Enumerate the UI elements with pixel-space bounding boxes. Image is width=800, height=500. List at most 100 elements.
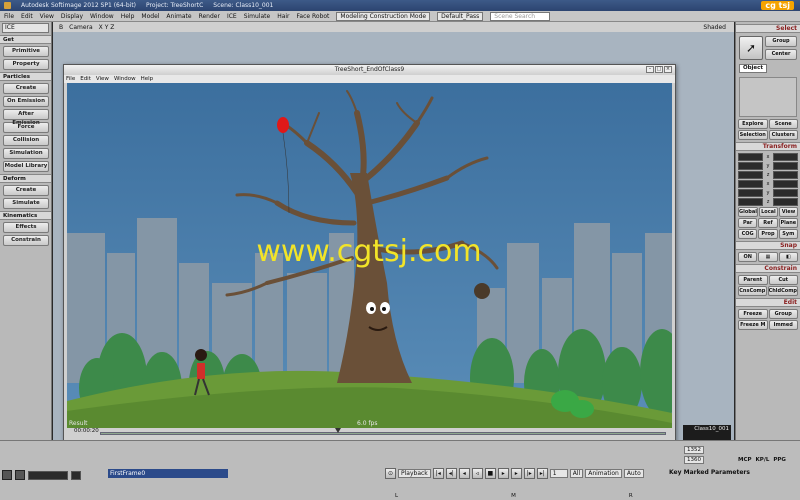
- plane-button[interactable]: Plane: [778, 218, 798, 228]
- cut-button[interactable]: Cut: [768, 275, 798, 285]
- on-emission-button[interactable]: On Emission: [3, 96, 49, 107]
- rotate-x-field[interactable]: [773, 153, 798, 161]
- axes-toggle[interactable]: X Y Z: [99, 24, 115, 31]
- flipbook-menu-file[interactable]: File: [66, 75, 75, 83]
- local-button[interactable]: Local: [758, 207, 778, 217]
- menu-view[interactable]: View: [40, 13, 54, 20]
- deform-create-button[interactable]: Create: [3, 185, 49, 196]
- play-icon[interactable]: ▸: [497, 468, 509, 479]
- menu-model[interactable]: Model: [141, 13, 159, 20]
- menu-ice[interactable]: ICE: [227, 13, 237, 20]
- model-library-button[interactable]: Model Library: [3, 161, 49, 172]
- play-backward-icon[interactable]: ◃: [471, 468, 483, 479]
- tab-kpl[interactable]: KP/L: [756, 457, 770, 463]
- playback-icon[interactable]: ⊙: [385, 468, 396, 479]
- timeline-ruler[interactable]: [0, 444, 800, 456]
- flipbook-menu-edit[interactable]: Edit: [80, 75, 91, 83]
- next-frame-icon[interactable]: ▸: [510, 468, 522, 479]
- ref-button[interactable]: Ref: [758, 218, 778, 228]
- scale-x-field[interactable]: [738, 153, 763, 161]
- par-button[interactable]: Par: [738, 218, 758, 228]
- current-frame-field[interactable]: 1: [549, 469, 568, 478]
- constrain-button[interactable]: Constrain: [3, 235, 49, 246]
- menu-animate[interactable]: Animate: [166, 13, 191, 20]
- edit-group-button[interactable]: Group: [768, 309, 798, 319]
- translate-z-field[interactable]: [738, 198, 763, 206]
- timeline-track[interactable]: [100, 432, 666, 435]
- shading-mode-select[interactable]: Shaded: [703, 24, 726, 31]
- object-filter-tab[interactable]: Object: [739, 64, 767, 73]
- translate-x-field[interactable]: [738, 180, 763, 188]
- minimize-icon[interactable]: –: [646, 66, 654, 73]
- scene-search-input[interactable]: Scene Search: [490, 11, 551, 21]
- layout-mode-select[interactable]: Modeling Construction Mode: [336, 11, 431, 21]
- camera-select[interactable]: Camera: [69, 24, 93, 31]
- key-marked-parameters[interactable]: Key Marked Parameters: [669, 469, 750, 476]
- center-button[interactable]: Center: [765, 49, 797, 60]
- immed-button[interactable]: Immed: [768, 320, 798, 330]
- menu-simulate[interactable]: Simulate: [244, 13, 271, 20]
- sym-button[interactable]: Sym: [778, 229, 798, 239]
- primitive-button[interactable]: Primitive: [3, 46, 49, 57]
- effects-button[interactable]: Effects: [3, 222, 49, 233]
- animation-menu[interactable]: Animation: [585, 469, 622, 478]
- rotate-y-field[interactable]: [773, 162, 798, 170]
- selection-list[interactable]: [739, 77, 797, 117]
- rotate-z-field[interactable]: [773, 171, 798, 179]
- selection-button[interactable]: Selection: [738, 130, 768, 140]
- scale-z-field[interactable]: [738, 171, 763, 179]
- playback-menu[interactable]: Playback: [398, 469, 431, 478]
- simulate-button[interactable]: Simulate: [3, 198, 49, 209]
- close-icon[interactable]: ×: [664, 66, 672, 73]
- translate-y-field[interactable]: [738, 189, 763, 197]
- scene-button[interactable]: Scene: [768, 119, 798, 129]
- first-frame-icon[interactable]: |◂: [432, 468, 444, 479]
- all-toggle[interactable]: All: [569, 469, 584, 478]
- group-button[interactable]: Group: [765, 36, 797, 47]
- tab-ppg[interactable]: PPG: [773, 457, 786, 463]
- prop-button[interactable]: Prop: [758, 229, 778, 239]
- clusters-button[interactable]: Clusters: [768, 130, 798, 140]
- flipbook-menu-view[interactable]: View: [96, 75, 109, 83]
- grid-icon[interactable]: [15, 470, 25, 480]
- prev-frame-icon[interactable]: ◂: [458, 468, 470, 479]
- collision-button[interactable]: Collision: [3, 135, 49, 146]
- freeze-button[interactable]: Freeze: [738, 309, 768, 319]
- after-emission-button[interactable]: After Emission: [3, 109, 49, 126]
- menu-window[interactable]: Window: [90, 13, 114, 20]
- toolbar-mode-select[interactable]: ICE: [2, 23, 49, 33]
- flipbook-menu-help[interactable]: Help: [141, 75, 154, 83]
- simulation-button[interactable]: Simulation: [3, 148, 49, 159]
- select-arrow-icon[interactable]: ➚: [739, 36, 763, 60]
- last-frame-icon[interactable]: ▸|: [536, 468, 548, 479]
- render-pass-select[interactable]: Default_Pass: [437, 11, 484, 21]
- menu-render[interactable]: Render: [199, 13, 220, 20]
- force-button[interactable]: Force: [3, 122, 49, 133]
- view-button[interactable]: View: [778, 207, 799, 217]
- tab-mcp[interactable]: MCP: [738, 457, 752, 463]
- scale-y-field[interactable]: [738, 162, 763, 170]
- snap-magnet-icon[interactable]: ◧: [778, 252, 798, 262]
- flipbook-menu-window[interactable]: Window: [114, 75, 136, 83]
- snap-on-button[interactable]: ON: [738, 252, 758, 262]
- particles-create-button[interactable]: Create: [3, 83, 49, 94]
- explore-button[interactable]: Explore: [738, 119, 768, 129]
- translate-x2-field[interactable]: [773, 180, 798, 188]
- playhead-handle[interactable]: [334, 428, 341, 433]
- menu-help[interactable]: Help: [121, 13, 135, 20]
- cnscomp-button[interactable]: CnsComp: [738, 286, 767, 296]
- snap-grid-icon[interactable]: ▦: [758, 252, 778, 262]
- stop-icon[interactable]: ■: [484, 468, 496, 479]
- menu-display[interactable]: Display: [61, 13, 83, 20]
- prev-key-icon[interactable]: ◂|: [445, 468, 457, 479]
- menu-edit[interactable]: Edit: [21, 13, 33, 20]
- frame-b-field[interactable]: 1360: [684, 456, 704, 464]
- frame-a-field[interactable]: 1352: [684, 446, 704, 454]
- menu-file[interactable]: File: [4, 13, 14, 20]
- parent-button[interactable]: Parent: [738, 275, 768, 285]
- property-button[interactable]: Property: [3, 59, 49, 70]
- translate-y2-field[interactable]: [773, 189, 798, 197]
- freeze-m-button[interactable]: Freeze M: [738, 320, 768, 330]
- first-frame-field[interactable]: FirstFrame0: [108, 469, 228, 478]
- layout-icon[interactable]: [2, 470, 12, 480]
